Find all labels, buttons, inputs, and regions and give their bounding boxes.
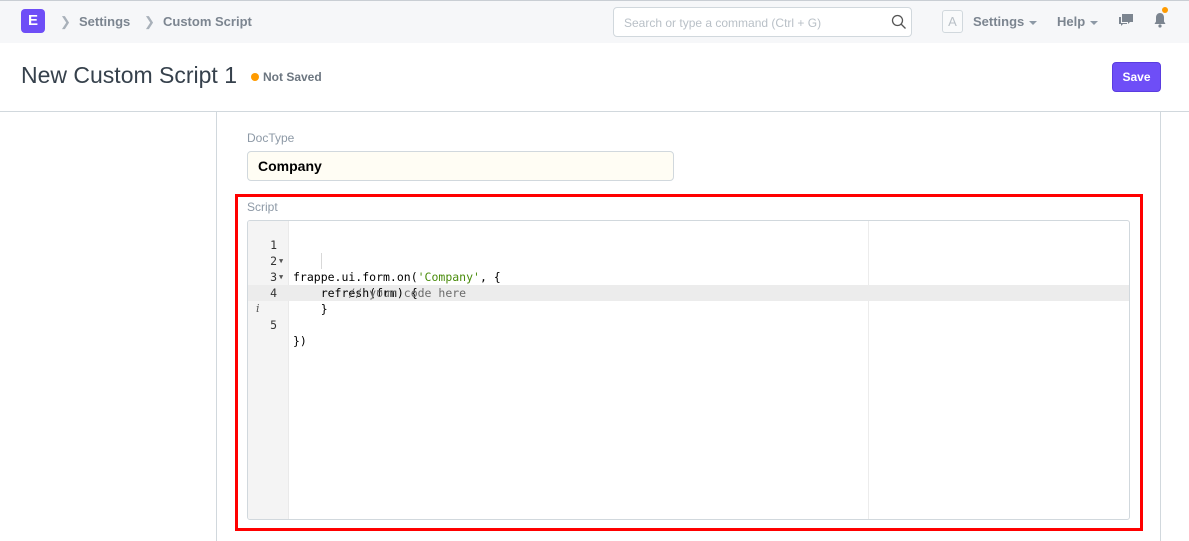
chevron-right-icon: ❯ <box>60 14 71 29</box>
code-line: 1 ▼ frappe.ui.form.on('Company', { <box>248 221 1129 284</box>
search-placeholder: Search or type a command (Ctrl + G) <box>624 16 822 30</box>
code-editor[interactable]: 1 ▼ frappe.ui.form.on('Company', { 2 ▼ r… <box>247 220 1130 520</box>
code-line: 4 } <box>248 269 1129 316</box>
save-button[interactable]: Save <box>1112 62 1161 92</box>
breadcrumb-settings[interactable]: Settings <box>79 14 130 29</box>
help-menu-label: Help <box>1057 14 1086 29</box>
code-text: } <box>293 302 328 316</box>
status-badge: Not Saved <box>263 70 322 84</box>
code-line: i 5 }) <box>248 285 1129 348</box>
caret-down-icon <box>1029 20 1038 25</box>
bell-icon[interactable] <box>1153 12 1167 28</box>
search-icon[interactable] <box>891 14 907 30</box>
header-divider <box>0 111 1189 112</box>
sidebar-divider <box>216 111 217 541</box>
app-logo[interactable]: E <box>21 9 45 33</box>
code-line: 3 // your code here <box>248 253 1129 300</box>
help-menu[interactable]: Help <box>1057 14 1099 29</box>
chevron-right-icon: ❯ <box>144 14 155 29</box>
status-indicator-dot <box>251 73 259 81</box>
page-title: New Custom Script 1 <box>21 62 238 88</box>
settings-menu[interactable]: Settings <box>973 14 1038 29</box>
line-number: 5 <box>270 318 277 332</box>
search-input[interactable]: Search or type a command (Ctrl + G) <box>613 7 912 37</box>
caret-down-icon <box>1090 20 1099 25</box>
avatar[interactable]: A <box>942 10 963 33</box>
script-label: Script <box>247 200 278 214</box>
settings-menu-label: Settings <box>973 14 1025 29</box>
doctype-field[interactable]: Company <box>247 151 674 181</box>
form-right-border <box>1160 111 1161 541</box>
notification-badge <box>1162 7 1168 13</box>
chat-icon[interactable] <box>1118 13 1134 28</box>
code-text: }) <box>293 334 307 348</box>
navbar: E ❯ Settings ❯ Custom Script Search or t… <box>0 0 1189 43</box>
doctype-label: DocType <box>247 131 295 145</box>
breadcrumb-custom-script[interactable]: Custom Script <box>163 14 252 29</box>
code-line: 2 ▼ refresh(frm) { <box>248 237 1129 300</box>
info-annotation-icon[interactable]: i <box>256 301 260 317</box>
